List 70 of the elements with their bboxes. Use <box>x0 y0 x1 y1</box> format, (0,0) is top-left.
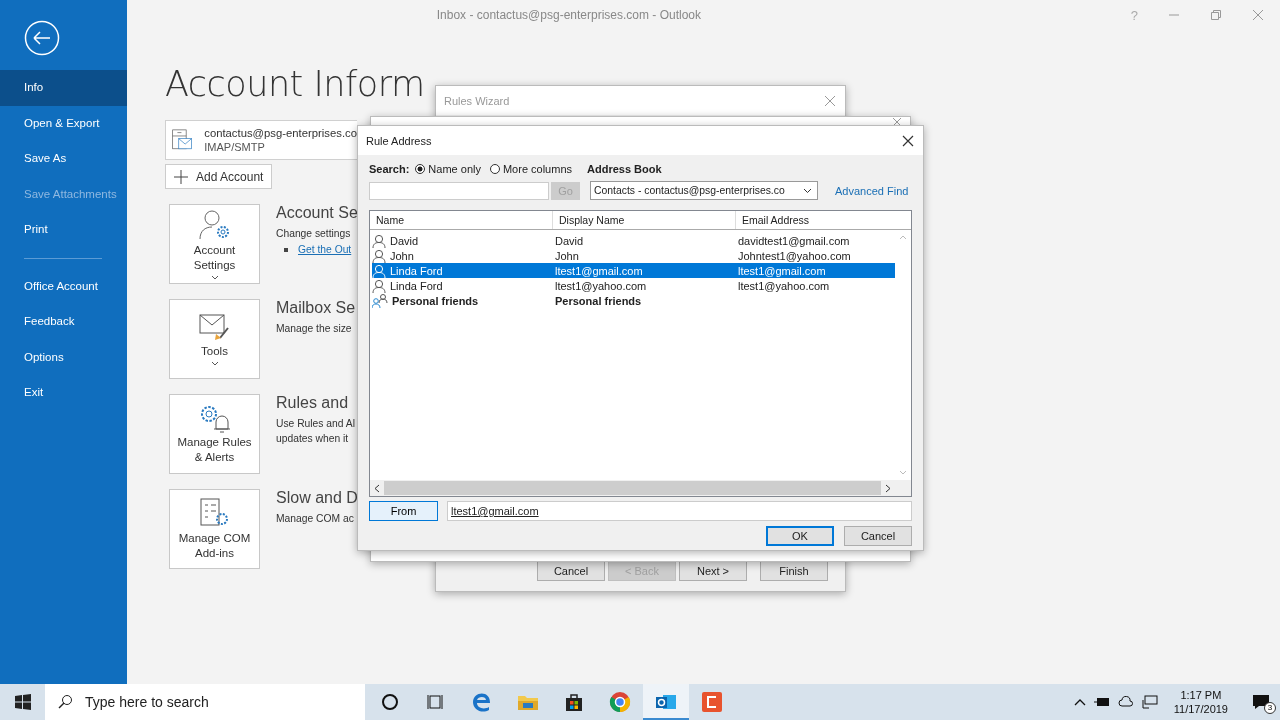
display-name: ltest1@yahoo.com <box>554 279 648 292</box>
column-header[interactable]: Name <box>370 211 553 229</box>
contact-name: Personal friends <box>392 294 479 307</box>
section-text: Manage the size <box>276 322 352 336</box>
from-field[interactable]: ltest1@gmail.com <box>447 501 912 521</box>
email-address: davidtest1@gmail.com <box>737 234 850 247</box>
contact-name: Linda Ford <box>390 279 443 292</box>
tile-button[interactable]: Account Settings <box>169 204 260 284</box>
sidebar-item[interactable]: Info <box>0 70 127 106</box>
ok-button[interactable]: OK <box>766 526 834 546</box>
clock-date[interactable]: 11/17/2019 <box>1173 702 1228 716</box>
tile-button[interactable]: Manage Rules & Alerts <box>169 394 260 474</box>
dialog-button[interactable]: Finish <box>760 561 828 581</box>
contact-row[interactable]: Personal friends Personal friends <box>372 293 895 308</box>
page-title: Account Inform <box>165 64 425 104</box>
from-button[interactable]: From <box>369 501 438 521</box>
sidebar-item[interactable]: Feedback <box>0 304 127 340</box>
search-label: Search: <box>369 163 410 175</box>
contact-row[interactable]: John John Johntest1@yahoo.com <box>372 248 895 263</box>
dialog-title: Rule Address <box>366 134 432 147</box>
contact-row[interactable]: Linda Ford ltest1@gmail.com ltest1@gmail.com <box>372 263 895 278</box>
display-name: David <box>554 234 585 247</box>
account-card[interactable]: contactus@psg-enterprises.co IMAP/SMTP <box>165 120 357 160</box>
column-header[interactable]: Display Name <box>553 211 736 229</box>
section-text: Use Rules and Al <box>276 417 355 431</box>
clock-time[interactable]: 1:17 PM <box>1180 688 1222 702</box>
window-title: Inbox - contactus@psg-enterprises.com - Outlook <box>435 8 703 22</box>
email-address: ltest1@yahoo.com <box>737 279 830 292</box>
contact-name: Linda Ford <box>390 264 443 277</box>
section-title: Account Se <box>276 204 358 222</box>
sidebar-item[interactable]: Open & Export <box>0 105 127 141</box>
contact-name: John <box>390 249 414 262</box>
radio-option[interactable]: Name only <box>415 163 481 175</box>
search-field[interactable]: Type here to search <box>83 693 347 711</box>
notification-count: 3 <box>1264 702 1276 714</box>
section-text: updates when it <box>276 432 349 446</box>
sidebar-item[interactable]: Office Account <box>0 268 127 304</box>
contact-row[interactable]: Linda Ford ltest1@yahoo.com ltest1@yahoo.com <box>372 278 895 293</box>
radio-option[interactable]: More columns <box>489 163 572 175</box>
address-book-label: Address Book <box>587 163 662 175</box>
account-type: IMAP/SMTP <box>204 141 266 153</box>
section-title: Mailbox Se <box>276 299 356 317</box>
email-address: ltest1@gmail.com <box>737 264 826 277</box>
display-name: John <box>554 249 580 262</box>
sidebar-item[interactable]: Save As <box>0 141 127 177</box>
add-account-button[interactable]: Add Account <box>165 164 273 189</box>
contact-name: David <box>390 234 419 247</box>
section-title: Slow and D <box>276 489 358 507</box>
display-name: ltest1@gmail.com <box>554 264 644 277</box>
tile-button[interactable]: Manage COM Add-ins <box>169 489 260 569</box>
display-name: Personal friends <box>554 294 643 307</box>
search-box[interactable]: Type here to search <box>45 684 365 720</box>
dialog-title: Rules Wizard <box>444 94 510 107</box>
advanced-find-link[interactable]: Advanced Find <box>835 184 909 197</box>
address-book-dropdown[interactable]: Contacts - contactus@psg-enterprises.co <box>590 181 818 200</box>
sidebar-item[interactable]: Print <box>0 212 127 248</box>
section-title: Rules and <box>276 394 349 412</box>
contact-row[interactable]: David David davidtest1@gmail.com <box>372 233 895 248</box>
account-email: contactus@psg-enterprises.co <box>204 127 357 139</box>
email-address: Johntest1@yahoo.com <box>737 249 851 262</box>
section-text: Change settings <box>276 227 351 241</box>
dialog-button[interactable]: Next > <box>679 561 747 581</box>
section-text: Manage COM ac <box>276 512 354 526</box>
column-header[interactable]: Email Address <box>736 211 911 229</box>
tile-button[interactable]: Tools <box>169 299 260 379</box>
sidebar-item[interactable]: Exit <box>0 375 127 411</box>
link[interactable]: Get the Out <box>298 244 352 255</box>
dialog-button[interactable]: Cancel <box>537 561 605 581</box>
sidebar-item[interactable]: Options <box>0 339 127 375</box>
cancel-button[interactable]: Cancel <box>844 526 912 546</box>
